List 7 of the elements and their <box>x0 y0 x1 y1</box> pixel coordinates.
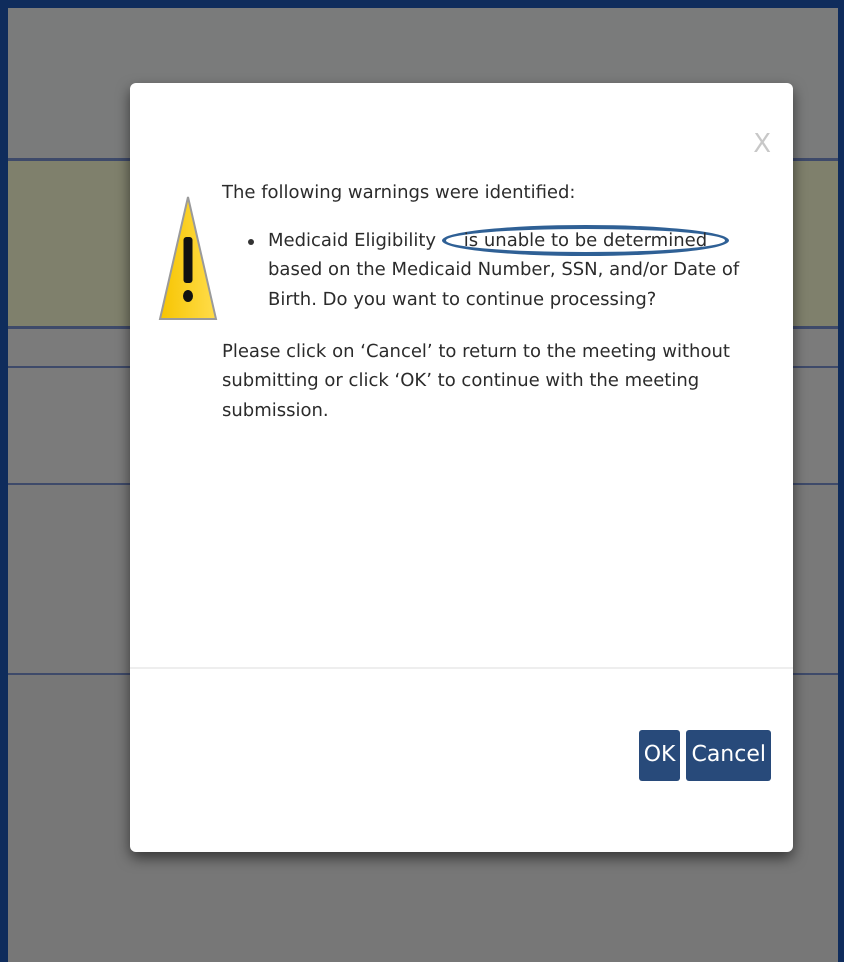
instruction-text: Please click on ‘Cancel’ to return to the meeting without submitting or click ‘OK’ to continue with the meeting submission. <box>222 340 731 424</box>
ok-button[interactable]: OK <box>638 730 680 781</box>
warning-icon <box>158 195 218 323</box>
warning-message: Medicaid Eligibility is unable to be determined based on the Medicaid Number, SSN, and/or Date of Birth. Do you want to continue processing? <box>268 226 767 315</box>
cancel-button[interactable]: Cancel <box>686 730 771 781</box>
warning-heading: The following warnings were identified: <box>222 181 576 205</box>
bullet-icon <box>248 238 254 245</box>
